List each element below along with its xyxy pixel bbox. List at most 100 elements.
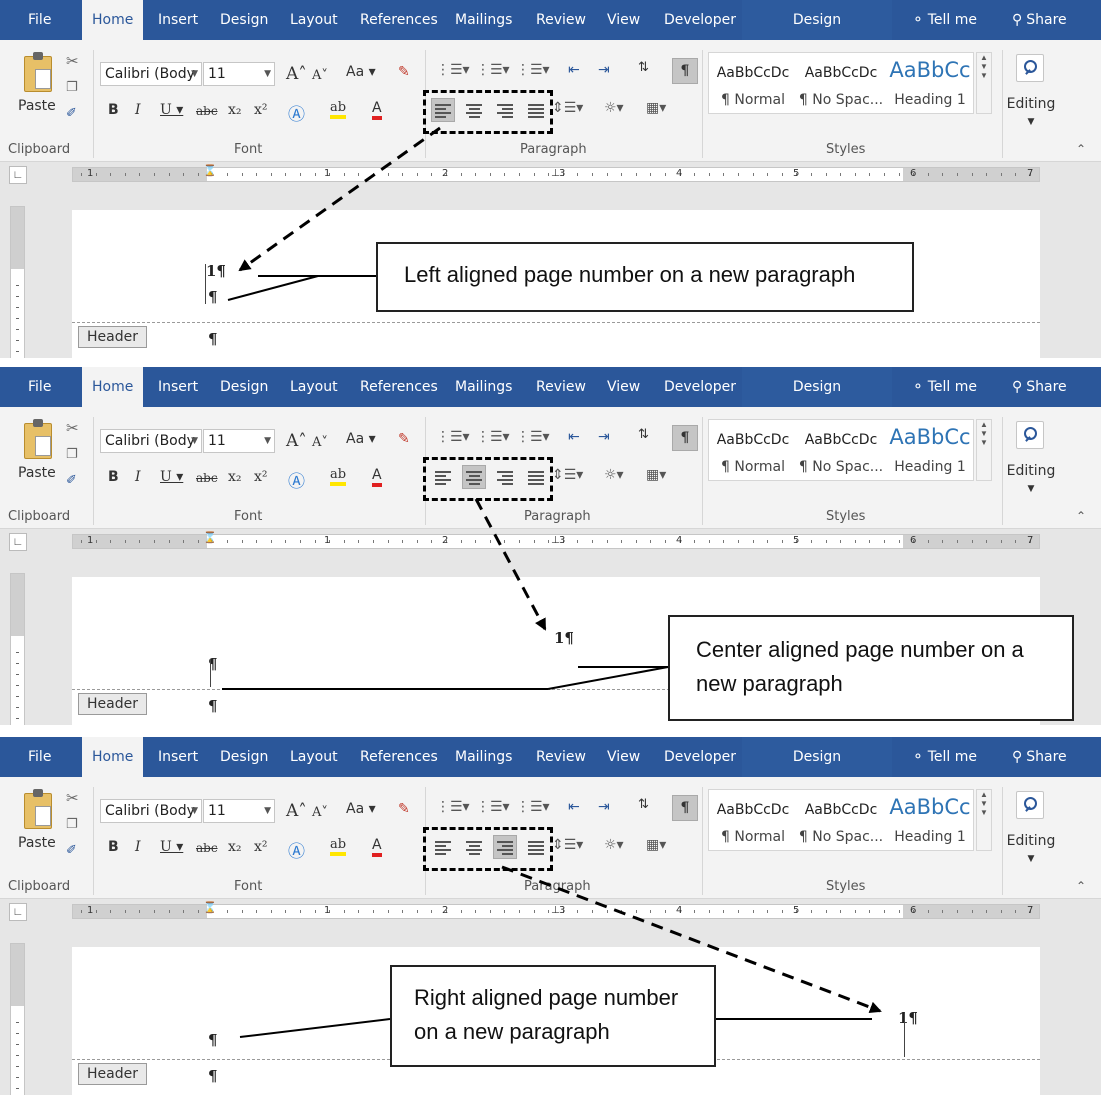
styles-scroll[interactable]: ▲ ▼ ▼ [976,789,992,851]
decrease-indent-icon[interactable]: ⇤ [568,429,580,445]
tab-file[interactable]: File [28,737,51,777]
editing-button[interactable]: Editing ▼ [1006,463,1056,495]
tab-developer[interactable]: Developer [664,737,736,777]
vertical-ruler[interactable] [10,573,25,725]
highlight-icon[interactable]: ab [330,100,347,119]
underline-button[interactable]: U ▾ [160,839,183,855]
tell-me-box[interactable]: ⚬ Tell me [912,0,977,40]
sort-icon[interactable]: ⇅ [638,797,649,812]
style-normal[interactable]: AaBbCcDc ¶ Normal [709,53,797,113]
bold-button[interactable]: B [108,102,119,118]
superscript-button[interactable]: x² [254,102,268,118]
highlight-icon[interactable]: ab [330,837,347,856]
tab-review[interactable]: Review [536,0,586,40]
center-tab-stop-icon[interactable]: ⊥ [551,168,560,179]
search-icon[interactable] [1016,421,1044,449]
copy-icon[interactable]: ❐ [66,80,78,95]
style-no-spacing[interactable]: AaBbCcDc ¶ No Spac... [797,420,885,480]
grow-font-icon[interactable]: A˄ [286,801,307,821]
tab-layout[interactable]: Layout [290,737,338,777]
vertical-ruler[interactable] [10,943,25,1095]
style-no-spacing[interactable]: AaBbCcDc ¶ No Spac... [797,790,885,850]
subscript-button[interactable]: x₂ [228,469,242,485]
subscript-button[interactable]: x₂ [228,102,242,118]
font-color-icon[interactable]: A [372,100,382,120]
horizontal-ruler[interactable]: 1 1 2 3 4 5 6 7 ⌛ ⊥ [72,532,1040,549]
tab-header-footer-design[interactable]: Design [742,367,892,407]
multilevel-icon[interactable]: ⋮☰▾ [516,799,550,815]
share-button[interactable]: ⚲ Share [1012,737,1067,777]
shrink-font-icon[interactable]: A˅ [312,805,328,820]
change-case-button[interactable]: Aa ▾ [346,431,376,447]
collapse-ribbon-icon[interactable]: ⌃ [1076,142,1086,156]
paste-icon[interactable] [24,52,52,92]
style-heading-1[interactable]: AaBbCc Heading 1 [885,790,975,850]
styles-gallery[interactable]: AaBbCcDc ¶ Normal AaBbCcDc ¶ No Spac... Aa… [708,419,974,481]
tab-design[interactable]: Design [220,737,268,777]
format-painter-icon[interactable]: ✐ [66,843,77,858]
shrink-font-icon[interactable]: A˅ [312,68,328,83]
indent-marker-icon[interactable]: ⌛ [203,531,217,553]
font-size-combo[interactable]: 11 ▼ [203,799,275,823]
decrease-indent-icon[interactable]: ⇤ [568,799,580,815]
style-heading-1[interactable]: AaBbCc Heading 1 [885,420,975,480]
font-size-combo[interactable]: 11 ▼ [203,62,275,86]
clear-formatting-icon[interactable]: ✎ [398,64,410,80]
horizontal-ruler[interactable]: 1 1 2 3 4 5 6 7 ⌛ ⊥ [72,165,1040,182]
style-normal[interactable]: AaBbCcDc ¶ Normal [709,790,797,850]
shading-icon[interactable]: ☼▾ [604,467,624,483]
change-case-button[interactable]: Aa ▾ [346,801,376,817]
numbering-icon[interactable]: ⋮☰▾ [476,62,510,78]
paste-button[interactable]: Paste [18,835,56,851]
paste-button[interactable]: Paste [18,465,56,481]
show-marks-icon[interactable]: ¶ [672,425,698,451]
share-button[interactable]: ⚲ Share [1012,0,1067,40]
format-painter-icon[interactable]: ✐ [66,473,77,488]
text-effects-icon[interactable]: Ⓐ [288,467,305,492]
format-painter-icon[interactable]: ✐ [66,106,77,121]
tab-home[interactable]: Home [82,737,144,777]
tab-layout[interactable]: Layout [290,0,338,40]
styles-gallery[interactable]: AaBbCcDc ¶ Normal AaBbCcDc ¶ No Spac... Aa… [708,789,974,851]
tab-selector-icon[interactable]: ∟ [9,166,27,184]
underline-button[interactable]: U ▾ [160,102,183,118]
collapse-ribbon-icon[interactable]: ⌃ [1076,879,1086,893]
tab-insert[interactable]: Insert [158,367,198,407]
copy-icon[interactable]: ❐ [66,447,78,462]
line-spacing-icon[interactable]: ⇕☰▾ [552,467,583,483]
shrink-font-icon[interactable]: A˅ [312,435,328,450]
shading-icon[interactable]: ☼▾ [604,100,624,116]
italic-button[interactable]: I [135,839,141,855]
show-marks-icon[interactable]: ¶ [672,58,698,84]
share-button[interactable]: ⚲ Share [1012,367,1067,407]
tab-mailings[interactable]: Mailings [455,367,512,407]
tab-references[interactable]: References [360,367,438,407]
paste-button[interactable]: Paste [18,98,56,114]
tab-layout[interactable]: Layout [290,367,338,407]
tell-me-box[interactable]: ⚬ Tell me [912,737,977,777]
tab-home[interactable]: Home [82,0,144,40]
cut-icon[interactable]: ✂ [66,789,79,807]
tab-view[interactable]: View [607,367,640,407]
center-tab-stop-icon[interactable]: ⊥ [551,905,560,916]
horizontal-ruler[interactable]: 1 1 2 3 4 5 6 7 ⌛ ⊥ [72,902,1040,919]
style-normal[interactable]: AaBbCcDc ¶ Normal [709,420,797,480]
font-color-icon[interactable]: A [372,837,382,857]
superscript-button[interactable]: x² [254,839,268,855]
tab-view[interactable]: View [607,0,640,40]
font-color-icon[interactable]: A [372,467,382,487]
tab-home[interactable]: Home [82,367,144,407]
tab-header-footer-design[interactable]: Design [742,737,892,777]
bullets-icon[interactable]: ⋮☰▾ [436,429,470,445]
numbering-icon[interactable]: ⋮☰▾ [476,429,510,445]
clear-formatting-icon[interactable]: ✎ [398,801,410,817]
text-effects-icon[interactable]: Ⓐ [288,100,305,125]
vertical-ruler[interactable] [10,206,25,358]
tab-insert[interactable]: Insert [158,0,198,40]
tab-mailings[interactable]: Mailings [455,0,512,40]
tab-file[interactable]: File [28,0,51,40]
tab-references[interactable]: References [360,0,438,40]
superscript-button[interactable]: x² [254,469,268,485]
tab-header-footer-design[interactable]: Design [742,0,892,40]
search-icon[interactable] [1016,791,1044,819]
